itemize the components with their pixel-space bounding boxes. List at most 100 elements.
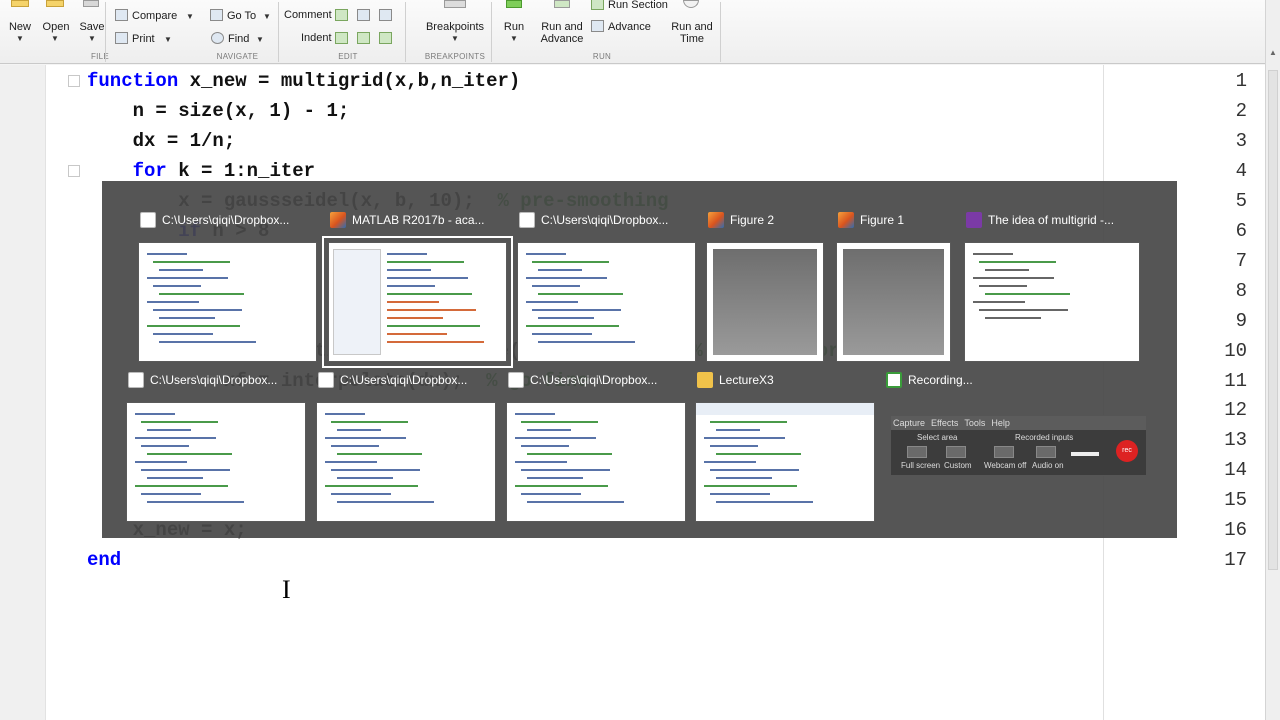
thumbnail-text-line	[515, 485, 608, 487]
line-number: 9	[1235, 309, 1247, 332]
thumbnail-text-line	[716, 453, 801, 455]
switcher-window[interactable]: LectureX3	[695, 369, 875, 523]
thumbnail-text-line	[331, 493, 391, 495]
matlab-icon	[838, 212, 854, 228]
recorder-menu-item[interactable]: Effects	[931, 418, 958, 428]
switcher-window[interactable]: Figure 2	[706, 209, 824, 363]
goto-button[interactable]: Go To	[210, 9, 256, 22]
open-dropdown-icon[interactable]: ▼	[51, 34, 59, 43]
run-and-time-button[interactable]: Run and Time	[668, 21, 716, 45]
code-line[interactable]: end	[87, 549, 121, 571]
recorder-audio-toggle[interactable]: Audio on	[1032, 461, 1064, 470]
recorder-custom-button[interactable]: Custom	[944, 461, 972, 470]
find-button[interactable]: Find	[211, 32, 249, 45]
switcher-window[interactable]: MATLAB R2017b - aca...	[322, 209, 513, 368]
thumbnail-text-line	[141, 469, 230, 471]
switcher-window[interactable]: The idea of multigrid -...	[964, 209, 1140, 363]
code-line[interactable]: n = size(x, 1) - 1;	[87, 100, 350, 122]
new-button[interactable]: New	[6, 21, 34, 33]
comment-remove-icon[interactable]	[357, 9, 370, 21]
run-section-button[interactable]: Run Section	[591, 0, 668, 11]
recorder-menu-item[interactable]: Tools	[964, 418, 985, 428]
thumbnail-text-line	[135, 437, 216, 439]
find-dropdown-icon[interactable]: ▼	[256, 35, 264, 44]
thumbnail-text-line	[716, 477, 772, 479]
document-icon	[318, 372, 334, 388]
thumbnail-text-line	[973, 253, 1013, 255]
line-number: 15	[1224, 489, 1247, 512]
breakpoints-dropdown-icon[interactable]: ▼	[451, 34, 459, 43]
advance-button[interactable]: Advance	[591, 20, 651, 33]
print-dropdown-icon[interactable]: ▼	[164, 35, 172, 44]
comment-add-icon[interactable]	[335, 9, 348, 21]
switcher-window-title: C:\Users\qiqi\Dropbox...	[138, 209, 317, 231]
record-button[interactable]: rec	[1116, 440, 1138, 462]
recorder-menu-bar: Capture Effects Tools Help	[891, 416, 1146, 430]
save-dropdown-icon[interactable]: ▼	[88, 34, 96, 43]
compare-dropdown-icon[interactable]: ▼	[186, 12, 194, 21]
recorder-menu-item[interactable]: Help	[991, 418, 1010, 428]
scroll-up-arrow-icon[interactable]: ▲	[1268, 48, 1278, 58]
thumbnail-text-line	[979, 309, 1068, 311]
run-dropdown-icon[interactable]: ▼	[510, 34, 518, 43]
navigate-group-label: NAVIGATE	[216, 52, 259, 61]
switcher-window[interactable]: Recording...	[884, 369, 1144, 403]
code-line[interactable]: dx = 1/n;	[87, 130, 236, 152]
increase-indent-icon[interactable]	[357, 32, 370, 44]
recorder-widget[interactable]: Capture Effects Tools Help Select area Record…	[890, 415, 1147, 476]
thumbnail-text-line	[704, 437, 785, 439]
code-line[interactable]: function x_new = multigrid(x,b,n_iter)	[87, 70, 520, 92]
switcher-window[interactable]: C:\Users\qiqi\Dropbox...	[138, 209, 317, 363]
run-and-advance-button[interactable]: Run and Advance	[538, 21, 586, 45]
print-button[interactable]: Print	[115, 32, 155, 45]
fold-toggle-for[interactable]	[68, 165, 80, 177]
open-button[interactable]: Open	[40, 21, 72, 33]
fold-toggle-function[interactable]	[68, 75, 80, 87]
breakpoints-button[interactable]: Breakpoints	[420, 21, 490, 33]
recorder-webcam-toggle[interactable]: Webcam off	[984, 461, 1026, 470]
thumbnail-text-line	[538, 269, 582, 271]
thumbnail-text-line	[147, 477, 203, 479]
switcher-window[interactable]: C:\Users\qiqi\Dropbox...	[126, 369, 306, 523]
switcher-window-title: C:\Users\qiqi\Dropbox...	[506, 369, 686, 391]
compare-button[interactable]: Compare	[115, 9, 177, 22]
switcher-window[interactable]: C:\Users\qiqi\Dropbox...	[316, 369, 496, 523]
switcher-window[interactable]: Figure 1	[836, 209, 951, 363]
switcher-window[interactable]: C:\Users\qiqi\Dropbox...	[506, 369, 686, 523]
switcher-window[interactable]: C:\Users\qiqi\Dropbox...	[517, 209, 696, 363]
switcher-window-thumbnail	[695, 402, 875, 522]
thumbnail-text-line	[387, 333, 447, 335]
line-number: 8	[1235, 279, 1247, 302]
thumbnail-text-line	[147, 501, 244, 503]
thumbnail-text-line	[387, 269, 431, 271]
line-number: 7	[1235, 249, 1247, 272]
save-button[interactable]: Save	[77, 21, 107, 33]
switcher-window-title: C:\Users\qiqi\Dropbox...	[517, 209, 696, 231]
thumbnail-text-line	[532, 261, 609, 263]
comment-wrap-icon[interactable]	[379, 9, 392, 21]
line-number: 1	[1235, 70, 1247, 92]
thumbnail-text-line	[147, 453, 232, 455]
thumbnail-text-line	[979, 261, 1056, 263]
thumbnail-text-line	[521, 493, 581, 495]
thumbnail-text-line	[515, 461, 567, 463]
code-line[interactable]: for k = 1:n_iter	[87, 160, 315, 182]
thumbnail-text-line	[337, 501, 434, 503]
smart-indent-icon[interactable]	[335, 32, 348, 44]
recorder-full-screen-button[interactable]: Full screen	[901, 461, 940, 470]
scrollbar-thumb[interactable]	[1268, 70, 1278, 570]
decrease-indent-icon[interactable]	[379, 32, 392, 44]
thumbnail-text-line	[135, 485, 228, 487]
onenote-icon	[966, 212, 982, 228]
thumbnail-text-line	[710, 469, 799, 471]
toolstrip-separator	[405, 2, 406, 62]
run-button[interactable]: Run	[498, 21, 530, 33]
advance-label: Advance	[608, 21, 651, 33]
thumbnail-text-line	[527, 429, 571, 431]
new-dropdown-icon[interactable]: ▼	[16, 34, 24, 43]
comment-button[interactable]: Comment	[284, 9, 332, 21]
recorder-menu-item[interactable]: Capture	[893, 418, 925, 428]
compare-icon	[115, 9, 128, 21]
goto-dropdown-icon[interactable]: ▼	[263, 12, 271, 21]
vertical-scrollbar[interactable]: ▲	[1265, 0, 1280, 720]
